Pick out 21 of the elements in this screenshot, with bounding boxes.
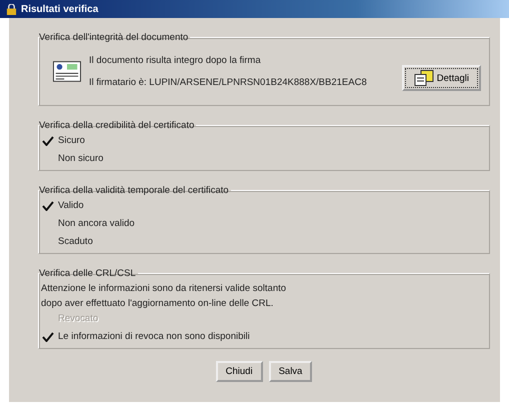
- result-label: Scaduto: [58, 236, 93, 247]
- certificate-icon: [53, 60, 81, 82]
- warning-text: dopo aver effettuato l'aggiornamento on-line delle CRL.: [41, 298, 274, 309]
- result-label: Non sicuro: [58, 153, 104, 164]
- padlock-icon: [6, 4, 17, 14]
- group-title: Verifica della credibilità del certificato: [39, 120, 196, 131]
- details-button[interactable]: Dettagli: [402, 65, 481, 91]
- group-title: Verifica della validità temporale del certificato: [39, 185, 230, 196]
- warning-text: Attenzione le informazioni sono da ritenersi valide soltanto: [41, 283, 288, 294]
- result-label: Le informazioni di revoca non sono disponibili: [58, 331, 250, 342]
- integrity-message: Il documento risulta integro dopo la firma: [89, 54, 262, 66]
- documents-icon: [414, 70, 434, 86]
- group-title: Verifica delle CRL/CSL: [39, 268, 137, 279]
- result-label: Non ancora valido: [58, 218, 135, 229]
- result-label: Sicuro: [58, 135, 85, 146]
- signer-text: Il firmatario è: LUPIN/ARSENE/LPNRSN01B24K888X/BB21EAC8: [89, 76, 368, 88]
- group-title: Verifica dell'integrità del documento: [39, 32, 190, 43]
- dialog-button[interactable]: Salva: [268, 361, 312, 382]
- dialog-button[interactable]: Chiudi: [216, 361, 263, 382]
- window-title: Risultati verifica: [21, 4, 98, 14]
- result-label: Valido: [58, 200, 84, 211]
